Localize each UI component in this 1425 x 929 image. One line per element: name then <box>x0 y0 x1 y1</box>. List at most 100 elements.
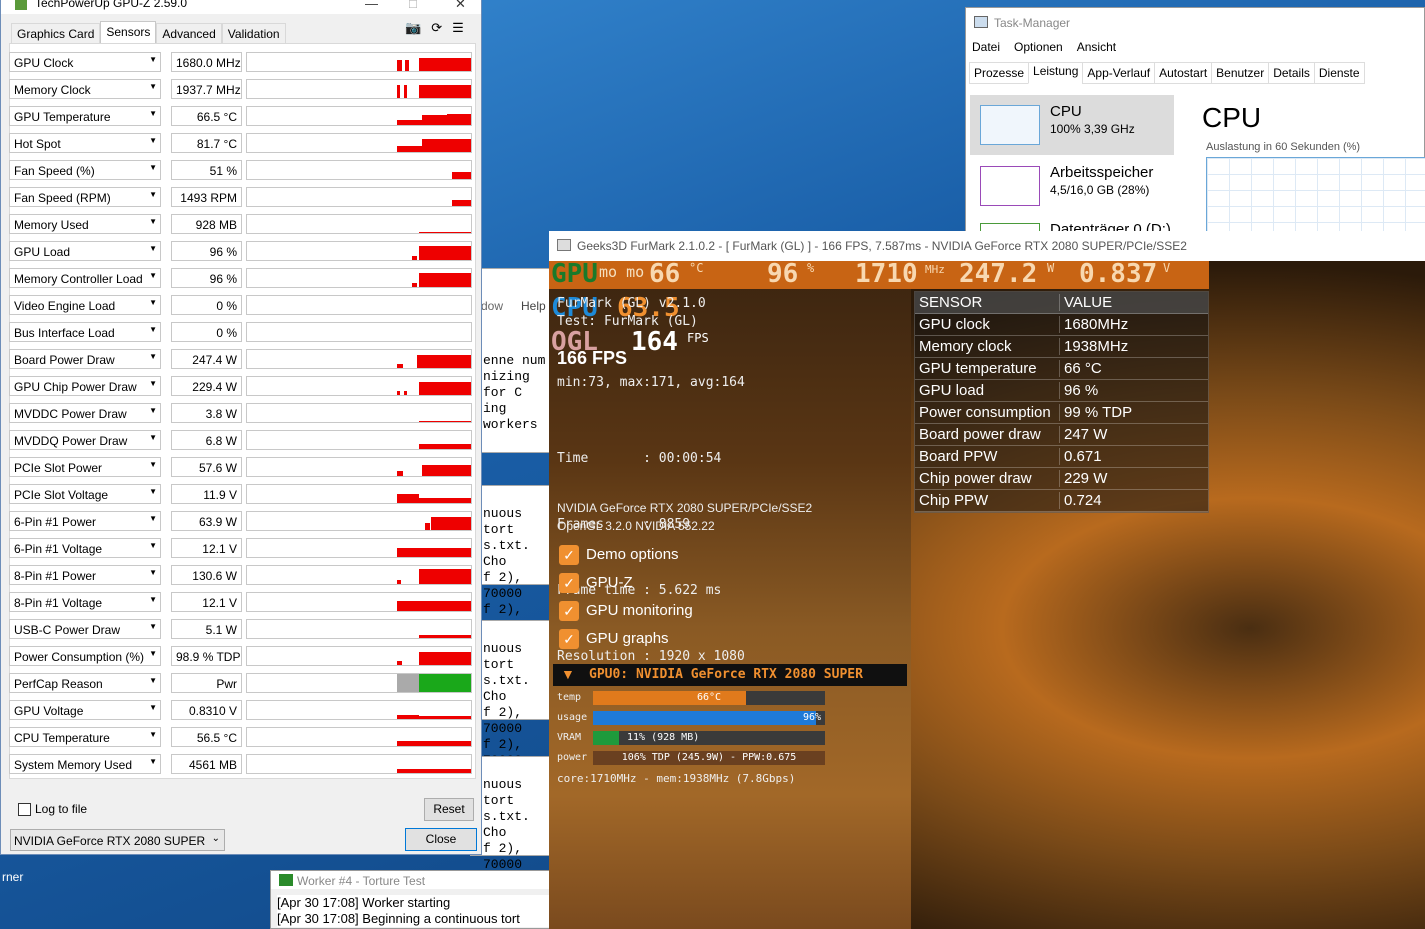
memory-thumbnail <box>980 166 1040 206</box>
sensor-name-dropdown[interactable]: Video Engine Load ▼ <box>9 295 161 315</box>
sensor-table-value: 96 % <box>1064 382 1099 399</box>
sensor-name-dropdown[interactable]: 6-Pin #1 Power ▼ <box>9 511 161 531</box>
cpu-thumbnail <box>980 105 1040 145</box>
tab-sensors[interactable]: Sensors <box>100 21 157 43</box>
sensor-name-dropdown[interactable]: Bus Interface Load ▼ <box>9 322 161 342</box>
worker-window[interactable]: Worker #4 - Torture Test [Apr 30 17:08] … <box>270 870 550 929</box>
sensor-table-key: Power consumption <box>915 404 1060 421</box>
gpuz-window[interactable]: TechPowerUp GPU-Z 2.59.0 — □ ✕ Graphics … <box>0 0 482 855</box>
sensor-name-dropdown[interactable]: PCIe Slot Power ▼ <box>9 457 161 477</box>
sensor-value: 1493 RPM <box>171 187 242 207</box>
sensor-name-dropdown[interactable]: 8-Pin #1 Voltage ▼ <box>9 592 161 612</box>
menu-help[interactable]: Help <box>521 299 546 313</box>
check-gpu-graphs[interactable]: ✓ <box>559 629 579 649</box>
refresh-icon[interactable]: ⟳ <box>431 20 442 36</box>
menu-ansicht[interactable]: Ansicht <box>1077 40 1116 54</box>
check-gpu-monitoring[interactable]: ✓ <box>559 601 579 621</box>
sensor-name-dropdown[interactable]: MVDDQ Power Draw ▼ <box>9 430 161 450</box>
tab-validation[interactable]: Validation <box>221 23 286 43</box>
sensor-name-dropdown[interactable]: 6-Pin #1 Voltage ▼ <box>9 538 161 558</box>
log-line: nuous tort <box>483 777 523 808</box>
perf-item-memory[interactable]: Arbeitsspeicher 4,5/16,0 GB (28%) <box>970 158 1174 218</box>
sensor-table-key: Chip PPW <box>915 492 1060 509</box>
dropdown-arrow-icon: ▼ <box>149 757 157 766</box>
info-time: Time : 00:00:54 <box>557 451 722 466</box>
sensor-name-dropdown[interactable]: PCIe Slot Voltage ▼ <box>9 484 161 504</box>
sensor-name-dropdown[interactable]: 8-Pin #1 Power ▼ <box>9 565 161 585</box>
sensor-name-dropdown[interactable]: Hot Spot ▼ <box>9 133 161 153</box>
sensor-name-dropdown[interactable]: CPU Temperature ▼ <box>9 727 161 747</box>
sensor-value: 5.1 W <box>171 619 242 639</box>
menu-dow[interactable]: dow <box>481 299 503 313</box>
sensor-name-dropdown[interactable]: GPU Temperature ▼ <box>9 106 161 126</box>
furmark-window[interactable]: Geeks3D FurMark 2.1.0.2 - [ FurMark (GL)… <box>549 231 1425 929</box>
sensor-name-dropdown[interactable]: Memory Clock ▼ <box>9 79 161 99</box>
sensor-name-dropdown[interactable]: PerfCap Reason ▼ <box>9 673 161 693</box>
desktop-icon-label[interactable]: rner <box>2 870 23 884</box>
tab-leistung[interactable]: Leistung <box>1028 62 1084 84</box>
sensor-name-dropdown[interactable]: MVDDC Power Draw ▼ <box>9 403 161 423</box>
close-icon[interactable]: ✕ <box>455 0 466 12</box>
tab-prozesse[interactable]: Prozesse <box>969 62 1030 84</box>
tab-graphics-card[interactable]: Graphics Card <box>11 23 101 43</box>
minimize-icon[interactable]: — <box>365 0 378 11</box>
sensor-table-row: Chip PPW 0.724 <box>915 490 1208 512</box>
sensor-name: Memory Controller Load <box>14 272 143 286</box>
sensor-name-dropdown[interactable]: GPU Load ▼ <box>9 241 161 261</box>
sensor-name: 6-Pin #1 Voltage <box>14 542 103 556</box>
tab-app-verlauf[interactable]: App-Verlauf <box>1082 62 1156 84</box>
sensor-name-dropdown[interactable]: USB-C Power Draw ▼ <box>9 619 161 639</box>
tab-advanced[interactable]: Advanced <box>156 23 222 43</box>
graph-bar <box>397 470 403 476</box>
sensor-name-dropdown[interactable]: Memory Controller Load ▼ <box>9 268 161 288</box>
sensor-graph <box>246 133 472 153</box>
device-select[interactable]: NVIDIA GeForce RTX 2080 SUPER ⌄ <box>10 829 225 851</box>
check-demo-options[interactable]: ✓ <box>559 545 579 565</box>
option-demo-options[interactable]: Demo options <box>586 546 679 563</box>
graph-bar <box>397 601 471 611</box>
sensor-name-dropdown[interactable]: Board Power Draw ▼ <box>9 349 161 369</box>
gpu0-header[interactable]: ▼ GPU0: NVIDIA GeForce RTX 2080 SUPER <box>553 664 907 686</box>
tab-dienste[interactable]: Dienste <box>1313 62 1365 84</box>
sensor-name-dropdown[interactable]: Fan Speed (RPM) ▼ <box>9 187 161 207</box>
menu-optionen[interactable]: Optionen <box>1014 40 1063 54</box>
sensor-name-dropdown[interactable]: GPU Chip Power Draw ▼ <box>9 376 161 396</box>
info-version: FurMark (GL) v2.1.0 <box>557 296 706 311</box>
sensor-row: 6-Pin #1 Power ▼ 63.9 W <box>9 511 472 531</box>
sensor-graph <box>246 484 472 504</box>
log-to-file[interactable]: Log to file <box>18 802 87 816</box>
camera-icon[interactable]: 📷 <box>405 20 421 36</box>
sensor-name: GPU Load <box>14 245 71 259</box>
option-gpu-graphs[interactable]: GPU graphs <box>586 630 669 647</box>
sensor-graph <box>246 403 472 423</box>
tab-details[interactable]: Details <box>1268 62 1315 84</box>
graph-bar <box>452 199 471 206</box>
tab-autostart[interactable]: Autostart <box>1154 62 1213 84</box>
sensor-table-key: GPU load <box>915 382 1060 399</box>
sensor-name-dropdown[interactable]: GPU Voltage ▼ <box>9 700 161 720</box>
sensor-value: Pwr <box>171 673 242 693</box>
sensor-name-dropdown[interactable]: Fan Speed (%) ▼ <box>9 160 161 180</box>
sensor-name-dropdown[interactable]: Power Consumption (%) ▼ <box>9 646 161 666</box>
sensor-name-dropdown[interactable]: GPU Clock ▼ <box>9 52 161 72</box>
tab-benutzer[interactable]: Benutzer <box>1211 62 1270 84</box>
perf-graph-label: Auslastung in 60 Sekunden (%) <box>1206 141 1361 153</box>
reset-button[interactable]: Reset <box>424 798 474 821</box>
task-manager-window[interactable]: Task-Manager Datei Optionen Ansicht Proz… <box>965 7 1425 238</box>
log-line: f 2), 70000 <box>483 705 523 736</box>
check-gpuz[interactable]: ✓ <box>559 573 579 593</box>
menu-icon[interactable]: ☰ <box>452 20 464 36</box>
menu-datei[interactable]: Datei <box>972 40 1000 54</box>
graph-bar <box>397 60 402 71</box>
log-line: f 2), 70000 <box>483 570 523 601</box>
sensor-name-dropdown[interactable]: System Memory Used ▼ <box>9 754 161 774</box>
close-button[interactable]: Close <box>405 828 477 851</box>
log-line: ing workers <box>483 401 538 432</box>
graph-bar <box>397 768 471 773</box>
sensor-table-key: Chip power draw <box>915 470 1060 487</box>
option-gpuz[interactable]: GPU-Z <box>586 574 633 591</box>
option-gpu-monitoring[interactable]: GPU monitoring <box>586 602 693 619</box>
perf-item-cpu[interactable]: CPU 100% 3,39 GHz <box>970 95 1174 155</box>
sensor-name-dropdown[interactable]: Memory Used ▼ <box>9 214 161 234</box>
log-checkbox[interactable] <box>18 802 31 816</box>
